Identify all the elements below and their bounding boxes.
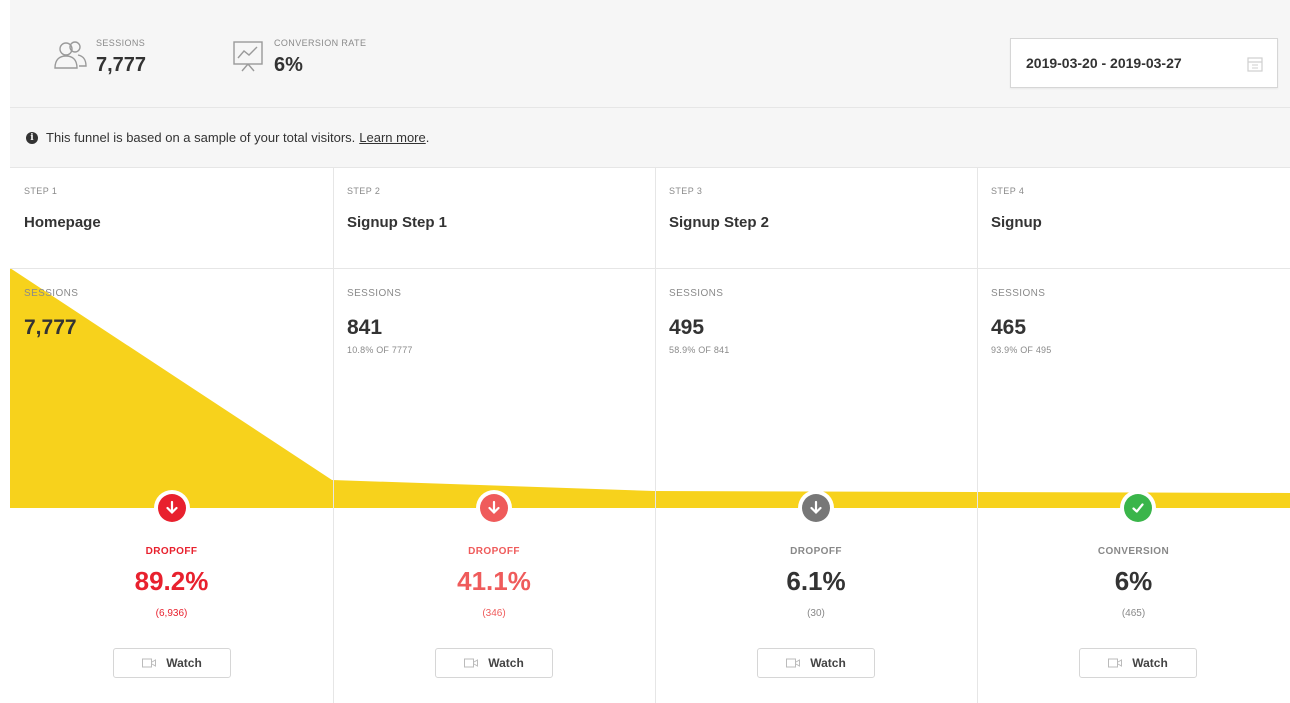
arrow-down-icon (488, 500, 500, 515)
calendar-icon (1247, 57, 1263, 72)
outcome-percent: 89.2% (134, 566, 209, 596)
conversion-rate-metric: CONVERSION RATE 6% (230, 38, 366, 77)
video-camera-icon (142, 658, 157, 668)
watch-button[interactable]: Watch (435, 648, 553, 678)
watch-button[interactable]: Watch (1079, 648, 1197, 678)
step-sessions-label: SESSIONS (24, 288, 79, 299)
dropoff-badge (798, 490, 834, 526)
step-sessions-value: 465 (991, 316, 1027, 339)
outcome-percent: 6.1% (786, 566, 846, 596)
outcome-label: DROPOFF (790, 546, 842, 557)
step-sessions-percent: 58.9% OF 841 (669, 345, 730, 355)
step-number: STEP 4 (991, 186, 1025, 196)
outcome-percent: 41.1% (457, 566, 531, 596)
watch-button-label: Watch (166, 656, 202, 670)
video-camera-icon (1108, 658, 1123, 668)
outcome-label: CONVERSION (1097, 546, 1170, 557)
step-name: Signup (991, 214, 1042, 231)
watch-button[interactable]: Watch (113, 648, 231, 678)
checkmark-icon (1132, 503, 1144, 513)
dropoff-badge (154, 490, 190, 526)
outcome-count: (6,936) (155, 608, 188, 619)
step-sessions-value: 841 (347, 316, 383, 339)
date-range-value: 2019-03-20 - 2019-03-27 (1026, 55, 1182, 71)
step-sessions-label: SESSIONS (669, 288, 724, 299)
outcome-count: (465) (1121, 608, 1146, 619)
summary-bar: SESSIONS 7,777 CONVERSION RATE 6% 2019-0… (10, 0, 1290, 108)
funnel-step-2: STEP 2 Signup Step 1 SESSIONS 841 10.8% … (333, 168, 655, 703)
funnel-step-1: STEP 1 Homepage SESSIONS 7,777 DROPOFF 8… (10, 168, 333, 703)
outcome-label: DROPOFF (145, 546, 198, 557)
step-number: STEP 3 (669, 186, 703, 196)
conversion-rate-label: CONVERSION RATE (274, 38, 367, 48)
dropoff-badge (476, 490, 512, 526)
watch-button-label: Watch (488, 656, 524, 670)
watch-button-label: Watch (810, 656, 846, 670)
watch-button-label: Watch (1132, 656, 1168, 670)
sample-notice-text: This funnel is based on a sample of your… (46, 130, 356, 145)
step-number: STEP 1 (24, 186, 58, 196)
sessions-metric: SESSIONS 7,777 (52, 38, 146, 77)
step-sessions-label: SESSIONS (991, 288, 1046, 299)
arrow-down-icon (166, 500, 178, 515)
sessions-label: SESSIONS (96, 38, 146, 48)
sample-notice: i This funnel is based on a sample of yo… (10, 108, 1290, 168)
step-sessions-percent: 93.9% OF 495 (991, 345, 1052, 355)
outcome-count: (30) (807, 608, 825, 619)
step-sessions-label: SESSIONS (347, 288, 402, 299)
outcome-percent: 6% (1114, 566, 1153, 596)
arrow-down-icon (810, 500, 822, 515)
step-name: Signup Step 2 (669, 214, 770, 231)
learn-more-link[interactable]: Learn more (359, 130, 425, 145)
conversion-badge (1120, 490, 1156, 526)
video-camera-icon (786, 658, 801, 668)
sessions-value: 7,777 (96, 54, 147, 76)
step-name: Signup Step 1 (347, 214, 448, 231)
outcome-label: DROPOFF (468, 546, 520, 557)
conversion-rate-value: 6% (274, 54, 303, 76)
date-range-picker[interactable]: 2019-03-20 - 2019-03-27 (1010, 38, 1278, 88)
outcome-count: (346) (482, 608, 506, 619)
step-name: Homepage (24, 214, 101, 231)
users-icon (54, 41, 87, 69)
chart-presentation-icon (233, 41, 263, 72)
step-number: STEP 2 (347, 186, 381, 196)
funnel-step-4: STEP 4 Signup SESSIONS 465 93.9% OF 495 … (977, 168, 1290, 703)
watch-button[interactable]: Watch (757, 648, 875, 678)
step-sessions-percent: 10.8% OF 7777 (347, 345, 413, 355)
step-sessions-value: 7,777 (24, 316, 77, 339)
notice-suffix: . (425, 130, 430, 145)
funnel-step-3: STEP 3 Signup Step 2 SESSIONS 495 58.9% … (655, 168, 977, 703)
info-icon: i (26, 131, 38, 144)
step-sessions-value: 495 (669, 316, 705, 339)
video-camera-icon (464, 658, 479, 668)
